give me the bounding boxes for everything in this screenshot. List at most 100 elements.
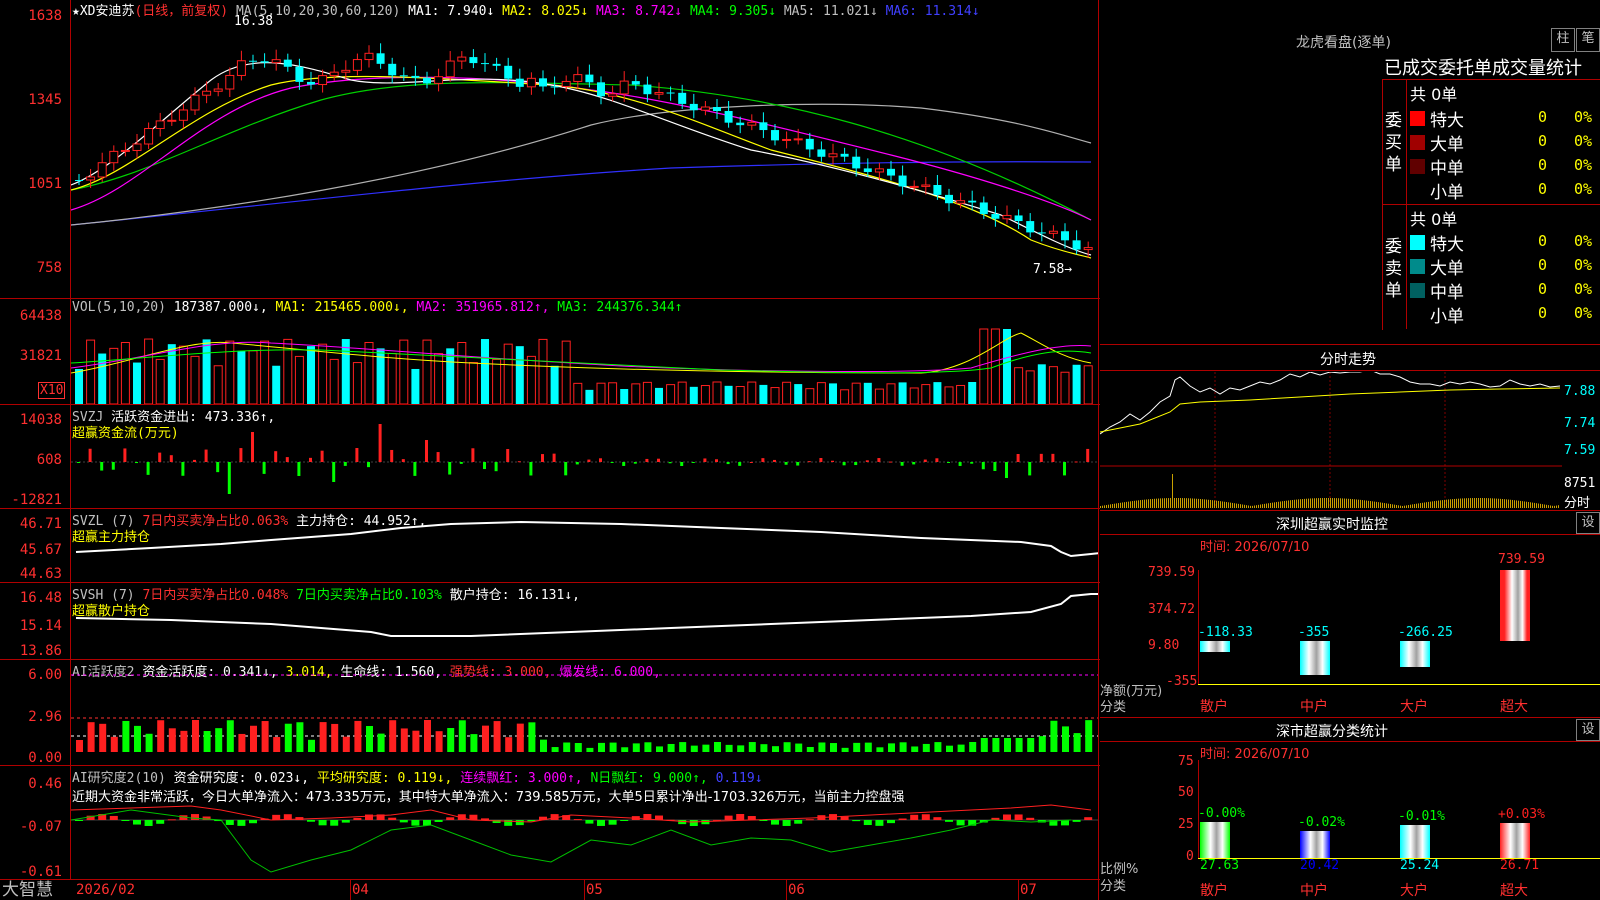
ai1-bar — [470, 734, 478, 752]
bar-mode-button[interactable]: 柱 — [1551, 28, 1575, 52]
candle-body — [399, 75, 408, 77]
vol-bar — [863, 382, 872, 404]
svzj-bar — [680, 462, 684, 466]
svzj-chart[interactable] — [71, 410, 1098, 508]
vol-bar — [307, 346, 315, 404]
intraday-vol-bar — [1392, 504, 1393, 508]
candle-body — [1037, 232, 1046, 234]
intraday-vol-bar — [1552, 505, 1553, 508]
ai1-bars — [76, 720, 1093, 752]
ai1-bar — [215, 728, 223, 752]
vol-bar — [503, 343, 513, 404]
candle-body — [120, 149, 130, 152]
ai2-bar — [399, 820, 408, 823]
intraday-vol-bar — [1318, 498, 1319, 508]
cls-bar-value: 26.71 — [1500, 858, 1540, 873]
ai1-bar — [934, 742, 942, 752]
ai2-chart[interactable] — [71, 800, 1098, 880]
ai2-bar — [875, 820, 884, 826]
svzj-bar — [483, 462, 486, 470]
intraday-vol-bar — [1138, 500, 1139, 508]
cls-settings-button[interactable]: 设 — [1576, 719, 1600, 741]
intraday-ytick-1: 7.74 — [1564, 416, 1596, 431]
intraday-vol-bar — [1402, 505, 1403, 508]
candle-body — [423, 77, 431, 84]
candle-body — [295, 66, 304, 82]
ai1-bar — [1085, 720, 1093, 752]
candle-body — [155, 120, 165, 130]
intraday-vol-bar — [1238, 503, 1239, 508]
sz-bar-value: -118.33 — [1198, 625, 1253, 640]
intraday-vol-bar — [1498, 498, 1499, 508]
volume-chart[interactable] — [71, 318, 1098, 404]
intraday-vol-bar — [1416, 503, 1417, 508]
candle-body — [643, 84, 652, 95]
ai1-bar — [644, 742, 652, 752]
vol-bar — [457, 342, 467, 404]
intraday-vol-bar — [1152, 498, 1153, 508]
cls-category: 中户 — [1300, 883, 1328, 899]
svzj-bar — [390, 449, 394, 462]
svzj-bar — [749, 461, 753, 463]
intraday-chart[interactable] — [1100, 372, 1562, 508]
intraday-vol-bar — [1310, 498, 1311, 508]
svzj-bar — [912, 462, 916, 465]
xaxis-label-3: 06 — [788, 882, 805, 898]
intraday-vol-bar — [1252, 505, 1253, 508]
candle-body — [550, 86, 559, 88]
intraday-vol-bar — [1380, 502, 1381, 508]
candle-body — [666, 92, 675, 94]
candle-body — [874, 168, 884, 173]
svzj-bar — [459, 462, 463, 464]
svzj-bar — [262, 462, 266, 474]
vol-bar — [318, 343, 328, 404]
ai2-bar — [945, 820, 953, 822]
sell-row-name: 特大 — [1430, 235, 1464, 255]
ai1-bar — [714, 742, 721, 752]
ai1-bar — [145, 733, 153, 752]
intraday-vol-bar — [1258, 504, 1259, 508]
intraday-vol-bar — [1486, 498, 1487, 508]
intraday-vol-bar — [1246, 505, 1247, 508]
ai1-bar — [354, 720, 362, 752]
ai2-bar — [910, 814, 919, 820]
ai1-bar — [980, 738, 988, 752]
ai2-bar — [887, 820, 895, 824]
svzj-bar — [146, 462, 150, 475]
kline-chart[interactable] — [71, 0, 1098, 298]
intraday-ytick-2: 7.59 — [1564, 443, 1596, 458]
ai1-bar — [308, 739, 315, 752]
svzj-bar — [436, 452, 440, 462]
intraday-vol-bar — [1524, 501, 1525, 508]
tick-mode-button[interactable]: 笔 — [1576, 28, 1600, 52]
svzj-bar — [135, 462, 138, 464]
sz-settings-button[interactable]: 设 — [1576, 512, 1600, 534]
intraday-vol-bar — [1436, 500, 1437, 508]
intraday-vol-bar — [1100, 506, 1101, 508]
ai1-chart[interactable] — [71, 660, 1098, 765]
sz-category: 大户 — [1400, 699, 1428, 715]
svzj-bar — [425, 440, 428, 462]
candle-body — [1014, 215, 1023, 222]
svsh-chart[interactable] — [71, 584, 1098, 659]
vol-bar — [573, 382, 583, 404]
intraday-vol-bar — [1254, 505, 1255, 508]
ai2-header: AI研究度2(10) 资金研究度: 0.023↓, 平均研究度: 0.119↓,… — [72, 767, 763, 786]
intraday-vol-bar — [1192, 498, 1193, 508]
vol-bar — [782, 381, 792, 404]
ai1-bar — [435, 731, 443, 752]
chart-area[interactable]: ★XD安迪苏(日线，前复权) MA(5,10,20,30,60,120) MA1… — [0, 0, 1100, 900]
intraday-vol-bar — [1244, 504, 1245, 508]
svzj-bar — [332, 462, 336, 482]
main-ytick-0: 1638 — [28, 8, 62, 24]
svzj-bar — [935, 458, 939, 462]
sz-category: 中户 — [1300, 699, 1328, 715]
ai2-bar — [423, 820, 431, 826]
ai1-bar — [795, 743, 803, 752]
vol-value: 187387.000↓, — [173, 300, 268, 315]
intraday-vol-bar — [1530, 502, 1531, 508]
intraday-vol-bar — [1112, 504, 1113, 508]
svzl-chart[interactable] — [71, 510, 1098, 582]
intraday-vol-bar — [1496, 498, 1497, 508]
intraday-vol-bar — [1384, 503, 1385, 508]
